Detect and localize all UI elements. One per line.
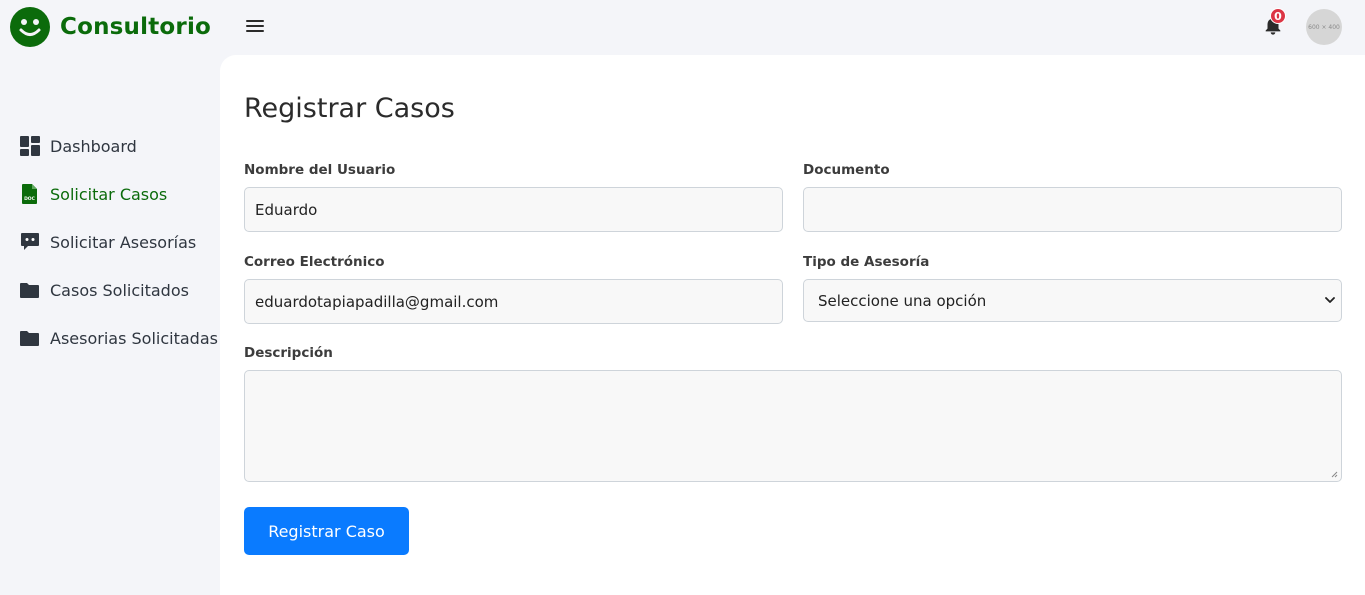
dashboard-icon — [20, 136, 40, 156]
documento-label: Documento — [803, 162, 890, 178]
top-bar: Consultorio 0 600 × 400 — [0, 0, 1365, 55]
main-panel: Registrar Casos Nombre del Usuario Docum… — [220, 55, 1365, 595]
sidebar-item-solicitar-casos[interactable]: DOC Solicitar Casos — [20, 181, 167, 207]
sidebar-item-label: Casos Solicitados — [50, 280, 189, 300]
svg-text:DOC: DOC — [24, 196, 36, 202]
sidebar-item-label: Solicitar Asesorías — [50, 232, 197, 252]
page-title: Registrar Casos — [244, 93, 455, 124]
sidebar-item-casos-solicitados[interactable]: Casos Solicitados — [20, 277, 189, 303]
tipo-asesoria-select[interactable]: Seleccione una opción — [803, 279, 1342, 322]
nombre-label: Nombre del Usuario — [244, 162, 396, 178]
tipo-asesoria-label: Tipo de Asesoría — [803, 254, 930, 270]
sidebar-item-label: Solicitar Casos — [50, 184, 168, 204]
document-icon: DOC — [22, 184, 37, 204]
folder-icon — [20, 331, 39, 346]
descripcion-label: Descripción — [244, 345, 333, 361]
correo-input[interactable] — [244, 279, 783, 324]
sidebar-item-solicitar-asesorias[interactable]: Solicitar Asesorías — [20, 229, 196, 255]
documento-input[interactable] — [803, 187, 1342, 232]
chat-icon — [21, 233, 39, 250]
descripcion-textarea[interactable] — [244, 370, 1342, 482]
notification-badge: 0 — [1270, 8, 1286, 24]
correo-label: Correo Electrónico — [244, 254, 385, 270]
sidebar: Dashboard DOC Solicitar Casos Solicitar … — [0, 55, 220, 595]
tipo-asesoria-selected: Seleccione una opción — [818, 291, 987, 310]
sidebar-item-label: Dashboard — [50, 136, 137, 156]
chevron-down-icon — [1325, 297, 1335, 303]
nombre-input[interactable] — [244, 187, 783, 232]
sidebar-item-dashboard[interactable]: Dashboard — [20, 133, 137, 159]
registrar-caso-button[interactable]: Registrar Caso — [244, 507, 409, 555]
avatar[interactable]: 600 × 400 — [1306, 9, 1342, 45]
sidebar-item-asesorias-solicitadas[interactable]: Asesorias Solicitadas — [20, 325, 218, 351]
brand[interactable]: Consultorio — [10, 6, 211, 48]
brand-name: Consultorio — [60, 14, 212, 40]
hamburger-menu-icon[interactable] — [246, 17, 266, 35]
sidebar-item-label: Asesorias Solicitadas — [50, 328, 218, 348]
resize-grip-icon[interactable] — [1330, 470, 1338, 478]
smiley-face-icon — [10, 7, 50, 47]
folder-icon — [20, 283, 39, 298]
